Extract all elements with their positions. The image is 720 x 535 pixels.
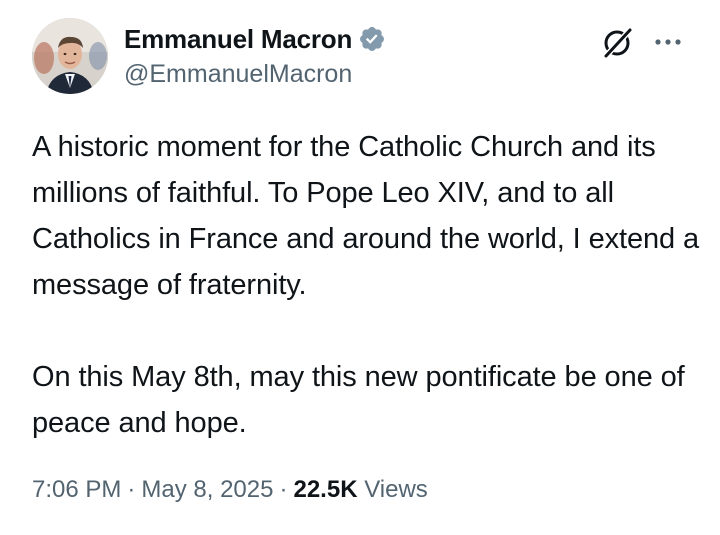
views-count: 22.5K [293,476,358,503]
display-name[interactable]: Emmanuel Macron [124,24,352,55]
tweet-text: A historic moment for the Catholic Churc… [32,124,702,446]
tweet-meta: 7:06 PM · May 8, 2025 · 22.5K Views [32,476,428,504]
grok-icon[interactable] [600,26,634,60]
author-names: Emmanuel Macron @EmmanuelMacron [124,24,386,89]
views-label: Views [364,476,428,503]
separator: · [279,476,288,503]
tweet-header: Emmanuel Macron @EmmanuelMacron [32,18,692,98]
author-handle[interactable]: @EmmanuelMacron [124,60,386,89]
avatar-photo [32,18,108,94]
verified-badge-icon[interactable] [358,25,386,53]
avatar[interactable] [32,18,108,94]
tweet-paragraph-1: A historic moment for the Catholic Churc… [32,131,700,301]
tweet-time[interactable]: 7:06 PM [32,476,121,503]
display-name-row: Emmanuel Macron [124,24,386,54]
tweet-date[interactable]: May 8, 2025 [141,476,273,503]
more-options-icon[interactable] [652,26,684,58]
tweet-card: Emmanuel Macron @EmmanuelMacron A histor… [0,0,720,535]
separator: · [127,476,136,503]
tweet-paragraph-2: On this May 8th, may this new pontificat… [32,361,685,439]
